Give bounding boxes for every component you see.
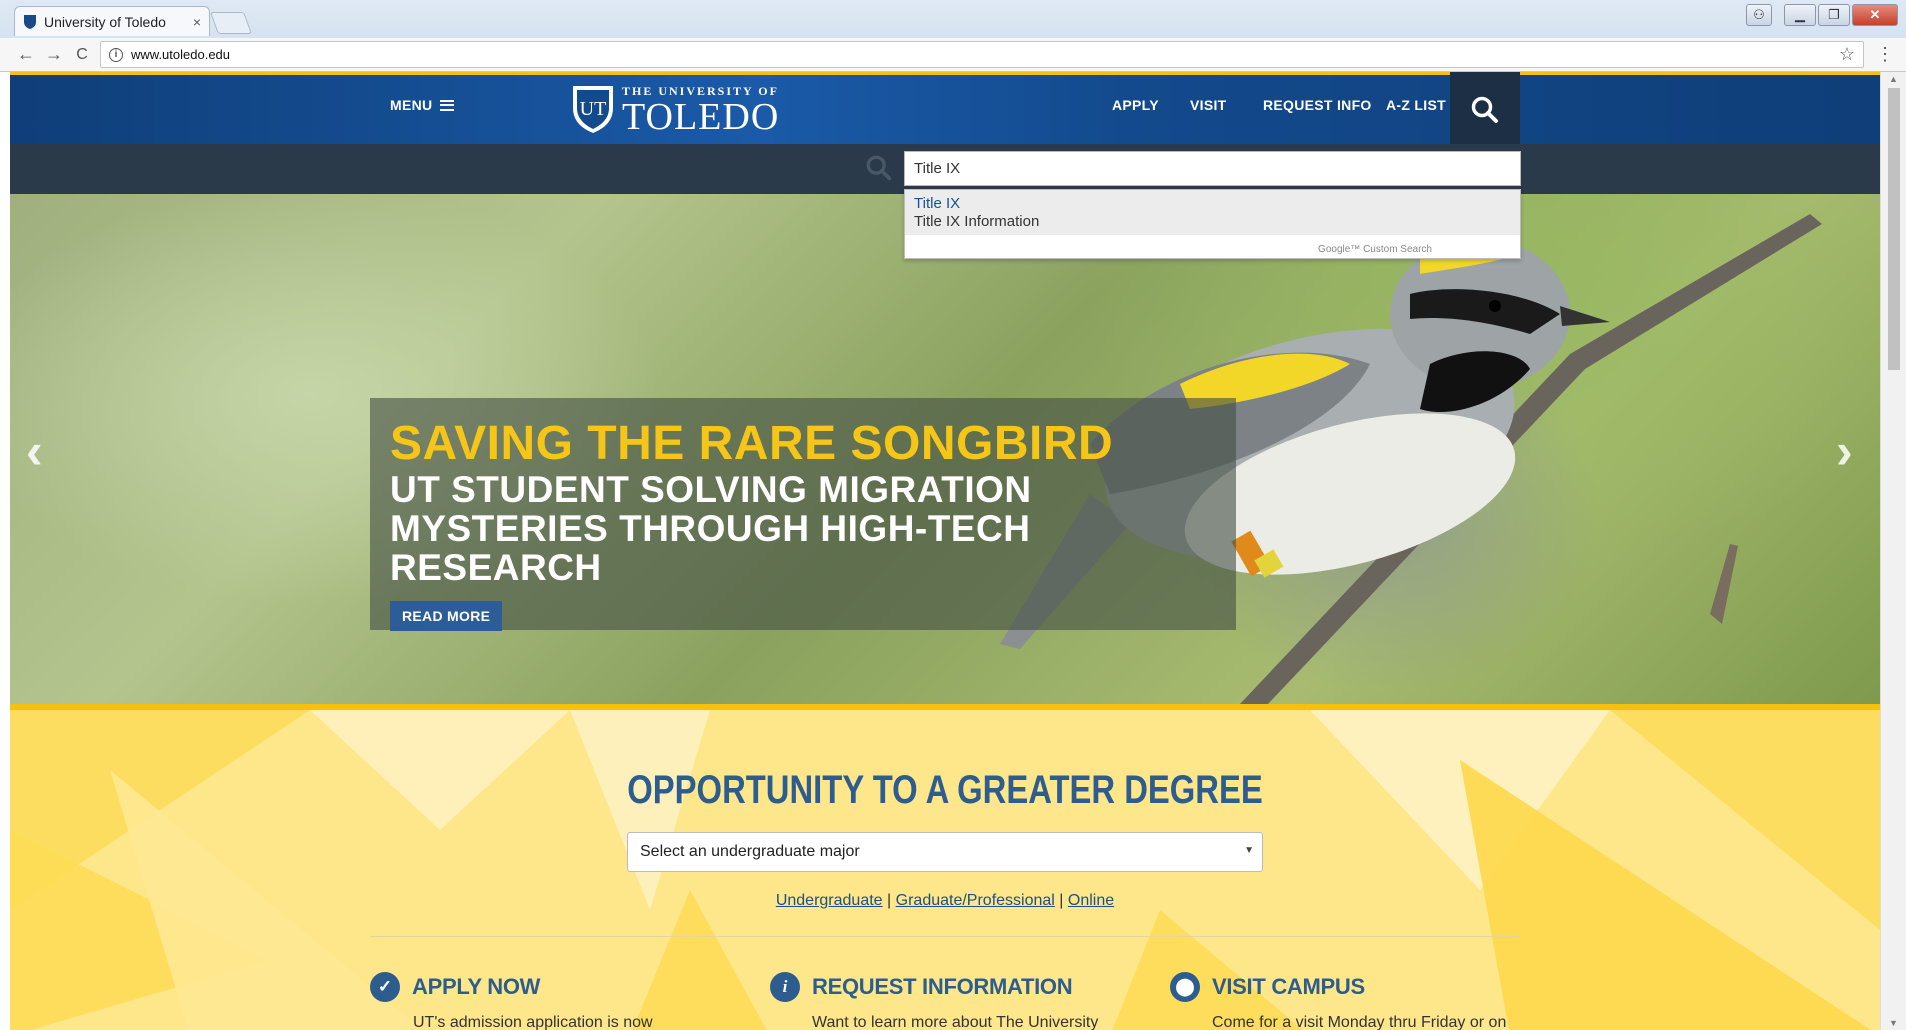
- map-pin-icon: ⬤: [1170, 972, 1200, 1002]
- link-separator: |: [1059, 892, 1064, 909]
- cta-label: REQUEST INFORMATION: [812, 974, 1073, 999]
- cta-desc: UT's admission application is now: [413, 1014, 653, 1030]
- url-text: www.utoledo.edu: [131, 47, 231, 62]
- powered-by-google: Google™ Custom Search: [1318, 244, 1432, 255]
- link-undergraduate[interactable]: Undergraduate: [776, 892, 883, 909]
- shield-icon: [24, 14, 36, 29]
- nav-az-list[interactable]: A-Z LIST: [1386, 97, 1446, 113]
- hero-sub-line-1: UT STUDENT SOLVING MIGRATION: [390, 469, 1032, 510]
- menu-button[interactable]: MENU: [390, 97, 455, 113]
- major-select-value: Select an undergraduate major: [640, 843, 860, 860]
- search-icon: [1471, 96, 1498, 123]
- new-tab-button[interactable]: [209, 12, 253, 34]
- nav-apply[interactable]: APPLY: [1112, 97, 1159, 113]
- scroll-down-icon[interactable]: ▼: [1889, 1018, 1898, 1028]
- cta-desc: Want to learn more about The University: [812, 1014, 1099, 1030]
- hero-headline: SAVING THE RARE SONGBIRD: [390, 417, 1114, 470]
- hamburger-icon: [440, 99, 455, 111]
- info-icon: i: [770, 972, 800, 1002]
- bookmark-star-icon[interactable]: ☆: [1839, 44, 1855, 65]
- cta-visit-campus[interactable]: ⬤ VISIT CAMPUS: [1170, 972, 1365, 1002]
- suggestion-subtitle: Title IX Information: [914, 213, 1040, 230]
- search-toggle-button[interactable]: [1450, 72, 1520, 147]
- checkmark-icon: ✓: [370, 972, 400, 1002]
- minimize-button[interactable]: ▁: [1784, 4, 1816, 26]
- browser-tab[interactable]: University of Toledo ×: [14, 6, 210, 36]
- reload-icon[interactable]: C: [68, 46, 96, 64]
- svg-text:UT: UT: [580, 98, 607, 120]
- info-icon[interactable]: i: [109, 47, 123, 62]
- web-page: MENU UT THE UNIVERSITY OF TOLEDO APPLY V…: [10, 72, 1880, 1030]
- logo-big-text: TOLEDO: [622, 95, 780, 138]
- tab-close-icon[interactable]: ×: [193, 14, 201, 30]
- profile-icon[interactable]: ⚇: [1746, 4, 1772, 26]
- logo-text: THE UNIVERSITY OF TOLEDO: [622, 84, 780, 138]
- tab-title: University of Toledo: [44, 13, 166, 30]
- close-window-button[interactable]: ✕: [1852, 4, 1898, 26]
- link-separator: |: [887, 892, 892, 909]
- cta-desc: Come for a visit Monday thru Friday or o…: [1212, 1014, 1507, 1030]
- window-controls: ⚇ ▁ ❐ ✕: [1746, 4, 1898, 26]
- degree-links: Undergraduate | Graduate/Professional | …: [10, 892, 1880, 910]
- hero-subheadline: UT STUDENT SOLVING MIGRATION MYSTERIES T…: [390, 470, 1216, 587]
- dropdown-caret-icon: ▼: [1244, 845, 1254, 856]
- site-header: MENU UT THE UNIVERSITY OF TOLEDO APPLY V…: [10, 72, 1880, 147]
- cta-apply-now[interactable]: ✓ APPLY NOW: [370, 972, 540, 1002]
- ut-shield-icon: UT: [573, 86, 613, 133]
- carousel-prev-icon[interactable]: ‹: [26, 422, 43, 480]
- search-suggestions: Title IX Title IX Information Google™ Cu…: [904, 189, 1521, 259]
- nav-request-info[interactable]: REQUEST INFO: [1263, 97, 1372, 113]
- browser-chrome: University of Toledo × ⚇ ▁ ❐ ✕ ← → C i w…: [0, 0, 1906, 72]
- carousel-next-icon[interactable]: ›: [1836, 422, 1853, 480]
- search-bar-icon: [866, 155, 892, 181]
- nav-visit[interactable]: VISIT: [1190, 97, 1227, 113]
- hero-caption: SAVING THE RARE SONGBIRD UT STUDENT SOLV…: [370, 398, 1236, 631]
- hero-carousel: ‹ › SAVING THE RARE SONGBIRD UT STUDENT …: [10, 194, 1880, 704]
- degree-section: OPPORTUNITY TO A GREATER DEGREE Select a…: [10, 704, 1880, 1030]
- menu-label: MENU: [390, 97, 433, 113]
- link-online[interactable]: Online: [1068, 892, 1114, 909]
- cta-request-information[interactable]: i REQUEST INFORMATION: [770, 972, 1073, 1002]
- site-logo[interactable]: UT THE UNIVERSITY OF TOLEDO: [570, 83, 780, 138]
- cta-label: VISIT CAMPUS: [1212, 974, 1365, 999]
- read-more-button[interactable]: READ MORE: [390, 601, 503, 631]
- suggestion-title: Title IX: [914, 195, 961, 212]
- suggestion-item[interactable]: Title IX Title IX Information: [905, 190, 1520, 235]
- back-icon[interactable]: ←: [12, 44, 40, 65]
- cta-label: APPLY NOW: [412, 974, 541, 999]
- degree-title: OPPORTUNITY TO A GREATER DEGREE: [627, 768, 1263, 812]
- scroll-up-icon[interactable]: ▲: [1889, 74, 1898, 84]
- page-scrollbar[interactable]: ▲ ▼: [1880, 72, 1906, 1030]
- hero-sub-line-2: MYSTERIES THROUGH HIGH-TECH RESEARCH: [390, 508, 1031, 588]
- link-graduate-professional[interactable]: Graduate/Professional: [896, 892, 1055, 909]
- major-select[interactable]: Select an undergraduate major ▼: [627, 832, 1263, 872]
- scrollbar-thumb[interactable]: [1888, 88, 1900, 370]
- forward-icon[interactable]: →: [40, 44, 68, 65]
- address-bar[interactable]: i www.utoledo.edu ☆: [100, 41, 1864, 68]
- maximize-button[interactable]: ❐: [1818, 4, 1850, 26]
- browser-menu-icon[interactable]: ⋮: [1876, 44, 1894, 65]
- browser-toolbar: ← → C i www.utoledo.edu ☆ ⋮: [0, 38, 1906, 72]
- search-input[interactable]: [904, 151, 1521, 186]
- section-divider: [370, 936, 1520, 937]
